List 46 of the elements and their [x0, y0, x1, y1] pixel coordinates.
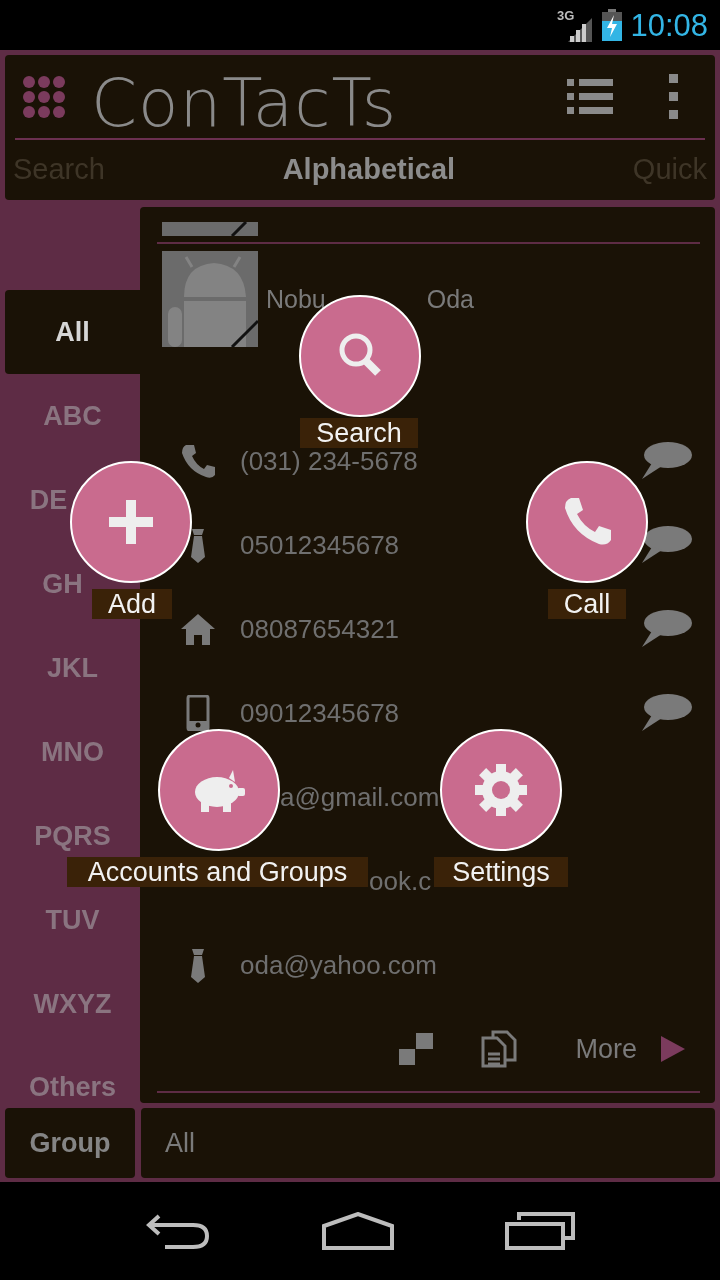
network-label: 3G [557, 8, 575, 22]
clock: 10:08 [630, 9, 708, 41]
index-item[interactable]: All [5, 290, 140, 374]
avatar-icon [162, 251, 258, 347]
menu-label: Settings [434, 857, 568, 887]
battery-icon [602, 9, 623, 41]
contact-name: Nobu [266, 286, 326, 312]
index-item[interactable]: WXYZ [33, 990, 112, 1018]
index-item[interactable]: MNO [41, 738, 104, 766]
index-item[interactable]: Others [29, 1074, 116, 1101]
speech-bubble-icon[interactable] [640, 525, 692, 565]
avatar-icon [162, 222, 258, 236]
detail-value[interactable]: 05012345678 [240, 532, 400, 558]
detail-value[interactable]: ook.c [369, 868, 432, 894]
recents-icon[interactable] [504, 1212, 575, 1250]
checker-icon[interactable] [399, 1033, 434, 1065]
detail-value[interactable]: 09012345678 [240, 700, 400, 726]
document-icon[interactable] [481, 1030, 520, 1068]
index-item[interactable]: DE [29, 486, 68, 514]
detail-value[interactable]: 08087654321 [240, 616, 400, 642]
index-item[interactable]: GH [42, 570, 83, 598]
contact-name: Oda [426, 286, 475, 312]
menu-label: Call [548, 589, 626, 619]
grid-dots-icon[interactable] [23, 75, 65, 118]
detail-value[interactable]: a@gmail.com [280, 784, 440, 810]
house-icon [180, 611, 216, 647]
tab[interactable]: Alphabetical [282, 148, 456, 192]
group-field[interactable]: All [141, 1108, 715, 1178]
group-value: All [165, 1126, 195, 1160]
list-icon[interactable] [567, 76, 613, 117]
overflow-menu-icon[interactable] [669, 73, 679, 120]
menu-label: Accounts and Groups [67, 857, 368, 887]
index-item[interactable]: JKL [47, 654, 98, 682]
home-icon[interactable] [322, 1212, 394, 1250]
index-item[interactable]: ABC [43, 402, 102, 430]
app-title: ConTacTs [91, 70, 398, 137]
index-item[interactable]: TUV [45, 906, 100, 934]
detail-value[interactable]: (031) 234-5678 [240, 448, 418, 474]
detail-value[interactable]: oda@yahoo.com [240, 952, 437, 978]
back-icon[interactable] [145, 1213, 212, 1249]
more-link[interactable]: More [575, 1028, 637, 1070]
index-item[interactable]: PQRS [34, 822, 111, 850]
group-button[interactable]: Group [5, 1108, 135, 1178]
menu-label: Search [300, 418, 418, 448]
menu-label: Add [92, 589, 172, 619]
phone-icon [180, 443, 216, 479]
